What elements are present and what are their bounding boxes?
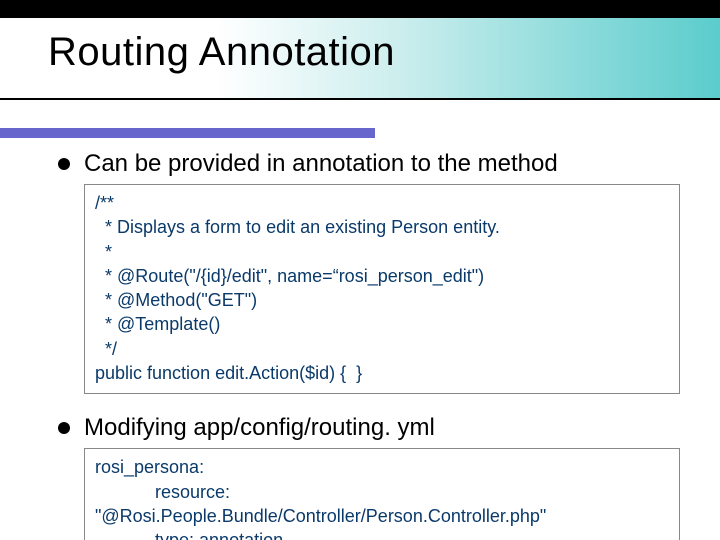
- bullet-icon: [58, 422, 70, 434]
- code-box-yaml: rosi_persona: resource: "@Rosi.People.Bu…: [84, 448, 680, 540]
- content-area: Can be provided in annotation to the met…: [58, 150, 680, 540]
- bullet-text: Modifying app/config/routing. yml: [84, 414, 435, 442]
- bullet-icon: [58, 158, 70, 170]
- bullet-row: Can be provided in annotation to the met…: [58, 150, 680, 178]
- code-box-annotation: /** * Displays a form to edit an existin…: [84, 184, 680, 394]
- title-band: Routing Annotation: [0, 18, 720, 100]
- accent-bar: [0, 128, 375, 138]
- bullet-row: Modifying app/config/routing. yml: [58, 414, 680, 442]
- slide-title: Routing Annotation: [48, 30, 395, 75]
- top-black-strip: [0, 0, 720, 18]
- bullet-text: Can be provided in annotation to the met…: [84, 150, 558, 178]
